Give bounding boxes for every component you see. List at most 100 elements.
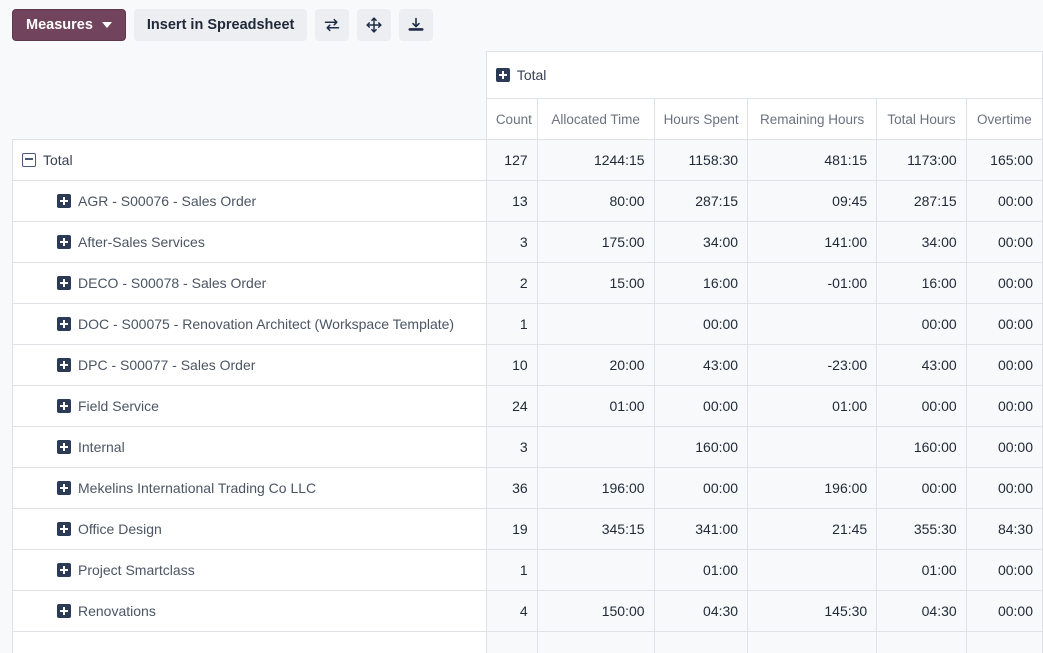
cell-count: 1 — [486, 550, 537, 591]
cell-total-hours: 00:00 — [877, 468, 966, 509]
cell-hours-spent: 00:00 — [654, 468, 748, 509]
flip-axis-icon — [323, 16, 341, 34]
table-row: DECO - S00078 - Sales Order 2 15:00 16:0… — [13, 263, 1043, 304]
table-row: Mekelins International Trading Co LLC 36… — [13, 468, 1043, 509]
expand-plus-icon[interactable] — [57, 235, 71, 249]
cell-count: 127 — [486, 140, 537, 181]
flip-axis-button[interactable] — [315, 9, 349, 41]
expand-plus-icon[interactable] — [57, 440, 71, 454]
cell-remaining-hours — [748, 632, 877, 653]
cell-allocated-time — [537, 427, 654, 468]
download-xlsx-button[interactable] — [399, 9, 433, 41]
row-header-field-service[interactable]: Field Service — [13, 386, 487, 427]
cell-count: 13 — [486, 181, 537, 222]
row-header-total[interactable]: Total — [13, 140, 487, 181]
pivot-toolbar: Measures Insert in Spreadsheet — [0, 0, 1043, 51]
row-header-deco-s00078-sales-order[interactable]: DECO - S00078 - Sales Order — [13, 263, 487, 304]
insert-in-spreadsheet-button[interactable]: Insert in Spreadsheet — [134, 9, 307, 41]
cell-remaining-hours: 21:45 — [748, 509, 877, 550]
column-group-label: Total — [517, 67, 547, 83]
measure-header-remaining-hours[interactable]: Remaining Hours — [748, 99, 877, 140]
row-label: After-Sales Services — [78, 234, 205, 250]
pivot-body: Total 127 1244:15 1158:30 481:15 1173:00… — [13, 140, 1043, 653]
table-row-partial — [13, 632, 1043, 653]
cell-allocated-time: 01:00 — [537, 386, 654, 427]
cell-remaining-hours — [748, 304, 877, 345]
row-header-doc-s00075-renovation-architect[interactable]: DOC - S00075 - Renovation Architect (Wor… — [13, 304, 487, 345]
expand-plus-icon[interactable] — [57, 317, 71, 331]
measure-header-count[interactable]: Count — [486, 99, 537, 140]
pivot-header: Total Count Allocated Time Hours Spent R… — [13, 52, 1043, 140]
cell-allocated-time: 196:00 — [537, 468, 654, 509]
row-header-dpc-s00077-sales-order[interactable]: DPC - S00077 - Sales Order — [13, 345, 487, 386]
measure-header-overtime[interactable]: Overtime — [966, 99, 1042, 140]
cell-overtime: 00:00 — [966, 345, 1042, 386]
cell-remaining-hours: 145:30 — [748, 591, 877, 632]
table-row: After-Sales Services 3 175:00 34:00 141:… — [13, 222, 1043, 263]
row-header-office-design[interactable]: Office Design — [13, 509, 487, 550]
cell-overtime: 00:00 — [966, 304, 1042, 345]
row-label: Office Design — [78, 521, 162, 537]
table-row: Renovations 4 150:00 04:30 145:30 04:30 … — [13, 591, 1043, 632]
cell-remaining-hours — [748, 427, 877, 468]
cell-overtime — [966, 632, 1042, 653]
table-row: AGR - S00076 - Sales Order 13 80:00 287:… — [13, 181, 1043, 222]
expand-all-button[interactable] — [357, 9, 391, 41]
row-header-project-smartclass[interactable]: Project Smartclass — [13, 550, 487, 591]
row-header-after-sales-services[interactable]: After-Sales Services — [13, 222, 487, 263]
cell-overtime: 00:00 — [966, 222, 1042, 263]
corner-cell-top — [13, 52, 487, 99]
cell-total-hours: 34:00 — [877, 222, 966, 263]
pivot-table: Total Count Allocated Time Hours Spent R… — [12, 51, 1043, 653]
row-header-internal[interactable]: Internal — [13, 427, 487, 468]
measures-dropdown-button[interactable]: Measures — [12, 9, 126, 41]
expand-plus-icon[interactable] — [57, 276, 71, 290]
row-header-agr-s00076-sales-order[interactable]: AGR - S00076 - Sales Order — [13, 181, 487, 222]
cell-allocated-time — [537, 304, 654, 345]
chevron-down-icon — [102, 22, 112, 28]
cell-hours-spent: 287:15 — [654, 181, 748, 222]
cell-allocated-time: 175:00 — [537, 222, 654, 263]
cell-allocated-time — [537, 550, 654, 591]
cell-allocated-time — [537, 632, 654, 653]
measure-header-total-hours[interactable]: Total Hours — [877, 99, 966, 140]
row-header-renovations[interactable]: Renovations — [13, 591, 487, 632]
cell-remaining-hours: 481:15 — [748, 140, 877, 181]
measure-header-allocated-time[interactable]: Allocated Time — [537, 99, 654, 140]
expand-plus-icon[interactable] — [57, 522, 71, 536]
table-row: Project Smartclass 1 01:00 01:00 00:00 — [13, 550, 1043, 591]
cell-allocated-time: 20:00 — [537, 345, 654, 386]
cell-count: 36 — [486, 468, 537, 509]
expand-plus-icon[interactable] — [496, 68, 510, 82]
column-group-total[interactable]: Total — [486, 52, 1042, 99]
measure-header-hours-spent[interactable]: Hours Spent — [654, 99, 748, 140]
cell-total-hours: 04:30 — [877, 591, 966, 632]
cell-total-hours: 287:15 — [877, 181, 966, 222]
table-row: Office Design 19 345:15 341:00 21:45 355… — [13, 509, 1043, 550]
cell-total-hours: 00:00 — [877, 304, 966, 345]
expand-plus-icon[interactable] — [57, 481, 71, 495]
cell-total-hours: 00:00 — [877, 386, 966, 427]
cell-overtime: 84:30 — [966, 509, 1042, 550]
cell-remaining-hours: 196:00 — [748, 468, 877, 509]
expand-plus-icon[interactable] — [57, 399, 71, 413]
expand-plus-icon[interactable] — [57, 563, 71, 577]
row-label: Renovations — [78, 603, 156, 619]
expand-plus-icon[interactable] — [57, 358, 71, 372]
cell-overtime: 00:00 — [966, 591, 1042, 632]
row-header-partial[interactable] — [13, 632, 487, 653]
cell-count: 4 — [486, 591, 537, 632]
expand-plus-icon[interactable] — [57, 604, 71, 618]
row-header-mekelins-international-trading-co-llc[interactable]: Mekelins International Trading Co LLC — [13, 468, 487, 509]
row-label: Mekelins International Trading Co LLC — [78, 480, 316, 496]
cell-hours-spent: 34:00 — [654, 222, 748, 263]
cell-count: 10 — [486, 345, 537, 386]
cell-allocated-time: 1244:15 — [537, 140, 654, 181]
cell-total-hours: 01:00 — [877, 550, 966, 591]
cell-remaining-hours — [748, 550, 877, 591]
row-label: Total — [43, 152, 73, 168]
expand-plus-icon[interactable] — [57, 194, 71, 208]
cell-hours-spent: 00:00 — [654, 386, 748, 427]
collapse-minus-icon[interactable] — [22, 153, 36, 167]
cell-count — [486, 632, 537, 653]
